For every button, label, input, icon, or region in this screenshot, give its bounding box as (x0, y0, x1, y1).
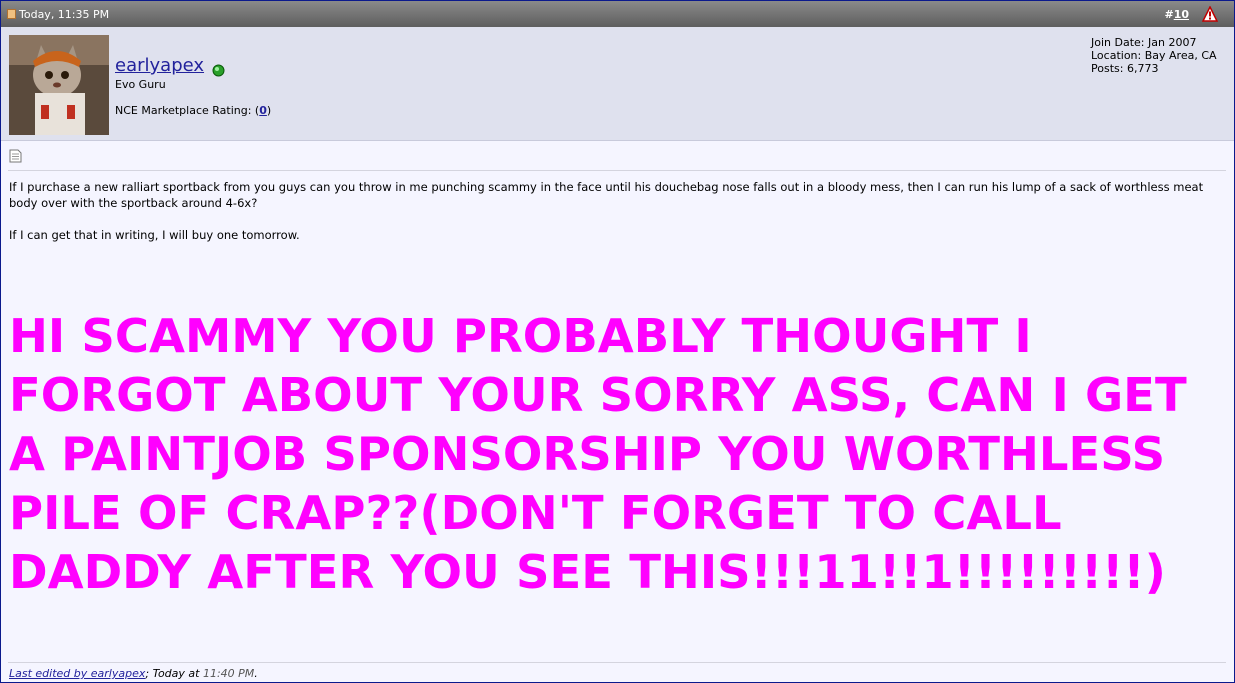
forum-post: Today, 11:35 PM #10 earlyapex Evo Guru N… (0, 0, 1235, 683)
post-titlebar: Today, 11:35 PM #10 (1, 1, 1234, 27)
post-message: If I purchase a new ralliart sportback f… (9, 179, 1224, 259)
large-magenta-text: HI SCAMMY YOU PROBABLY THOUGHT I FORGOT … (9, 309, 1187, 599)
message-paragraph: If I can get that in writing, I will buy… (9, 228, 300, 242)
location: Location: Bay Area, CA (1091, 49, 1217, 62)
last-edited-link[interactable]: Last edited by earlyapex (9, 667, 145, 680)
last-edited-note: Last edited by earlyapex; Today at 11:40… (9, 667, 258, 680)
edit-time: 11:40 PM (202, 667, 255, 680)
post-number: #10 (1164, 8, 1189, 21)
divider (8, 170, 1226, 171)
username-link[interactable]: earlyapex (115, 55, 204, 76)
post-count: Posts: 6,773 (1091, 62, 1159, 75)
document-icon (9, 149, 22, 163)
user-stats: Join Date: Jan 2007 Location: Bay Area, … (1091, 36, 1217, 75)
avatar[interactable] (9, 35, 109, 135)
divider (8, 662, 1226, 663)
user-info-bar: earlyapex Evo Guru NCE Marketplace Ratin… (1, 27, 1234, 141)
post-icon (7, 9, 16, 19)
online-status-icon (212, 64, 225, 77)
message-paragraph: If I purchase a new ralliart sportback f… (9, 180, 1204, 210)
report-icon[interactable] (1202, 6, 1218, 22)
rating-value-link[interactable]: 0 (259, 104, 267, 117)
post-date: Today, 11:35 PM (19, 7, 110, 21)
marketplace-rating: NCE Marketplace Rating: (0) (115, 104, 272, 117)
join-date: Join Date: Jan 2007 (1091, 36, 1197, 49)
post-number-link[interactable]: 10 (1174, 8, 1189, 21)
user-title: Evo Guru (115, 78, 166, 91)
